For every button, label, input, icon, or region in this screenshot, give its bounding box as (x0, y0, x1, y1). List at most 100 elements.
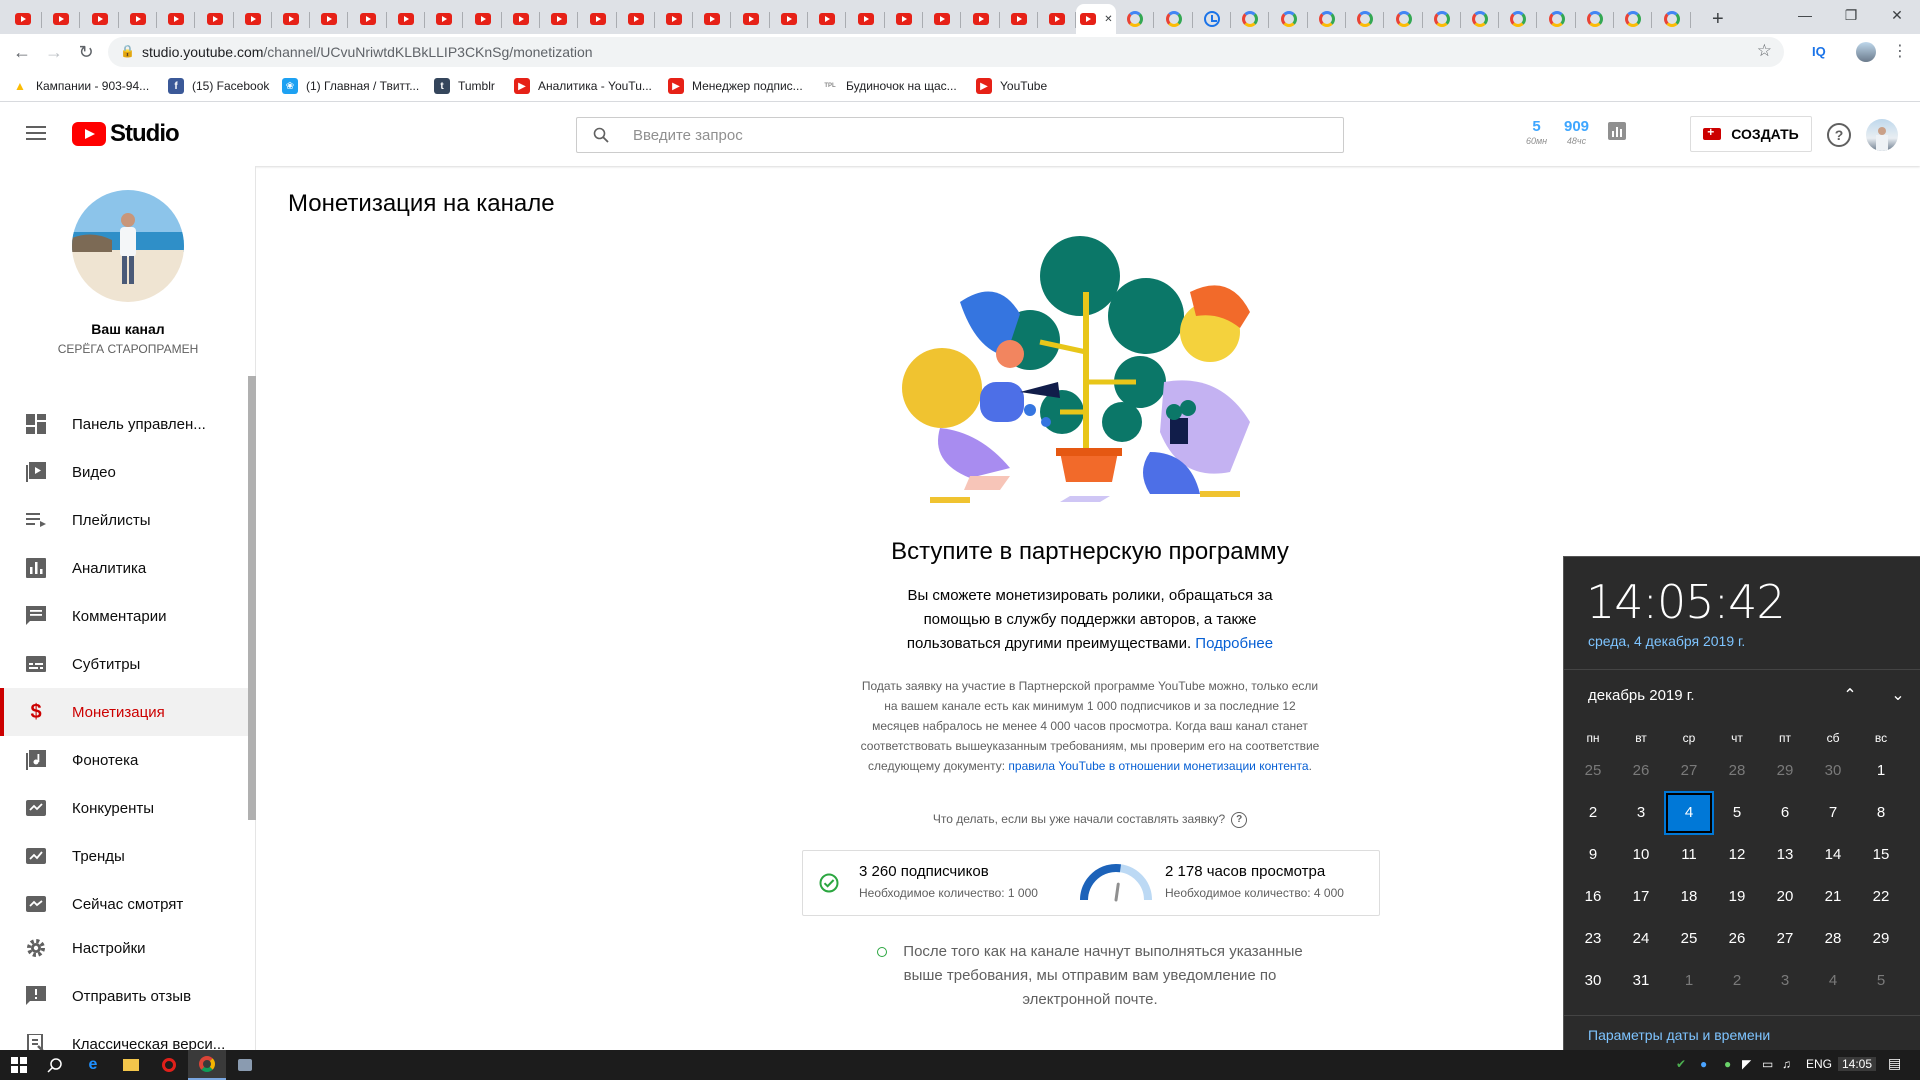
browser-tab[interactable] (1461, 4, 1500, 34)
account-avatar[interactable] (1866, 119, 1898, 151)
sidebar-item-competitors[interactable]: Конкуренты (0, 784, 248, 832)
search-input[interactable] (633, 118, 1323, 152)
calendar-day[interactable]: 17 (1618, 877, 1664, 917)
calendar-day[interactable]: 1 (1666, 961, 1712, 1001)
browser-tab[interactable] (502, 4, 540, 34)
browser-tab[interactable] (1155, 4, 1193, 34)
volume-icon[interactable]: ♫ (1782, 1057, 1791, 1071)
bookmark-item[interactable]: ▶ YouTube (976, 77, 1047, 95)
browser-tab[interactable] (157, 4, 196, 34)
calendar-day[interactable]: 1 (1858, 751, 1904, 791)
date-time-settings-link[interactable]: Параметры даты и времени (1588, 1027, 1770, 1043)
sidebar-item-analytics[interactable]: Аналитика (0, 544, 248, 592)
edge-icon[interactable]: e (74, 1050, 112, 1080)
notifications-icon[interactable]: ▤ (1888, 1055, 1901, 1072)
chrome-icon[interactable] (188, 1050, 226, 1080)
calendar-day[interactable]: 30 (1570, 961, 1616, 1001)
wifi-icon[interactable]: ◤ (1742, 1057, 1751, 1071)
app-icon[interactable] (226, 1050, 264, 1080)
minimize-icon[interactable]: — (1782, 0, 1828, 30)
search-box[interactable] (576, 117, 1344, 153)
browser-tab[interactable] (119, 4, 157, 34)
windows-start-icon[interactable] (0, 1050, 38, 1080)
close-window-icon[interactable]: ✕ (1874, 0, 1920, 30)
taskbar-clock[interactable]: 14:05 (1838, 1057, 1877, 1071)
sidebar-item-trends[interactable]: Тренды (0, 832, 248, 880)
calendar-day[interactable]: 26 (1714, 919, 1760, 959)
sidebar-item-feedback[interactable]: Отправить отзыв (0, 972, 248, 1020)
sidebar-item-subtitles[interactable]: Субтитры (0, 640, 248, 688)
bar-chart-icon[interactable] (1608, 122, 1626, 140)
browser-tab[interactable] (4, 4, 42, 34)
bookmark-item[interactable]: ▶ Аналитика - YouTu... (514, 77, 652, 95)
browser-tab[interactable] (732, 4, 770, 34)
tray-app-icon[interactable]: ● (1724, 1057, 1731, 1071)
browser-tab[interactable] (1193, 4, 1231, 34)
calendar-month[interactable]: декабрь 2019 г. (1588, 687, 1695, 704)
calendar-day[interactable]: 2 (1570, 793, 1616, 833)
browser-tab[interactable] (1576, 4, 1614, 34)
browser-tab[interactable]: ✕ (1076, 4, 1117, 34)
browser-tab[interactable] (847, 4, 885, 34)
calendar-day[interactable]: 27 (1762, 919, 1808, 959)
shield-icon[interactable]: ✔ (1676, 1057, 1686, 1071)
calendar-day[interactable]: 31 (1618, 961, 1664, 1001)
calendar-day[interactable]: 28 (1810, 919, 1856, 959)
browser-tab[interactable] (310, 4, 349, 34)
browser-tab[interactable] (962, 4, 1000, 34)
browser-tab[interactable] (885, 4, 923, 34)
calendar-day[interactable]: 5 (1858, 961, 1904, 1001)
browser-tab[interactable] (579, 4, 617, 34)
search-icon[interactable] (36, 1050, 74, 1080)
calendar-day[interactable]: 8 (1858, 793, 1904, 833)
browser-tab[interactable] (196, 4, 234, 34)
calendar-day[interactable]: 25 (1570, 751, 1616, 791)
calendar-day[interactable]: 24 (1618, 919, 1664, 959)
calendar-day[interactable]: 28 (1714, 751, 1760, 791)
language-indicator[interactable]: ENG (1806, 1057, 1832, 1071)
calendar-day[interactable]: 7 (1810, 793, 1856, 833)
help-icon[interactable]: ? (1231, 812, 1248, 828)
display-icon[interactable]: ▭ (1762, 1057, 1773, 1071)
calendar-day[interactable]: 2 (1714, 961, 1760, 1001)
calendar-day[interactable]: 16 (1570, 877, 1616, 917)
browser-tab[interactable] (81, 4, 119, 34)
sidebar-item-comments[interactable]: Комментарии (0, 592, 248, 640)
bookmark-item[interactable]: TPL Будиночок на щас... (822, 77, 956, 95)
reload-icon[interactable]: ↻ (74, 40, 98, 64)
profile-avatar[interactable] (1856, 42, 1876, 62)
back-icon[interactable]: ← (10, 40, 34, 64)
sidebar-item-dollar[interactable]: $ Монетизация (0, 688, 248, 736)
calendar-day[interactable]: 18 (1666, 877, 1712, 917)
sidebar-scrollbar[interactable] (248, 376, 256, 820)
sidebar-item-settings[interactable]: Настройки (0, 924, 248, 972)
calendar-day[interactable]: 27 (1666, 751, 1712, 791)
sidebar-item-video[interactable]: Видео (0, 448, 248, 496)
browser-tab[interactable] (1538, 4, 1576, 34)
browser-tab[interactable] (464, 4, 502, 34)
bookmark-item[interactable]: ▲ Кампании - 903-94... (12, 77, 149, 95)
browser-tab[interactable] (808, 4, 847, 34)
browser-tab[interactable] (1423, 4, 1461, 34)
opera-icon[interactable] (150, 1050, 188, 1080)
calendar-day[interactable]: 13 (1762, 835, 1808, 875)
bookmark-item[interactable]: t Tumblr (434, 77, 495, 95)
bookmark-star-icon[interactable]: ☆ (1757, 41, 1772, 61)
calendar-day[interactable]: 3 (1618, 793, 1664, 833)
browser-tab[interactable] (1346, 4, 1385, 34)
new-tab-icon[interactable]: + (1695, 4, 1741, 34)
browser-tab[interactable] (1270, 4, 1308, 34)
browser-tab[interactable] (387, 4, 425, 34)
browser-tab[interactable] (425, 4, 464, 34)
channel-avatar[interactable] (72, 190, 184, 302)
calendar-day[interactable]: 9 (1570, 835, 1616, 875)
calendar-day[interactable]: 11 (1666, 835, 1712, 875)
calendar-day[interactable]: 4 (1810, 961, 1856, 1001)
browser-tab[interactable] (770, 4, 808, 34)
chevron-up-icon[interactable]: ⌃ (1838, 685, 1862, 709)
file-explorer-icon[interactable] (112, 1050, 150, 1080)
sidebar-item-playlist[interactable]: Плейлисты (0, 496, 248, 544)
calendar-day[interactable]: 20 (1762, 877, 1808, 917)
browser-tab[interactable] (540, 4, 579, 34)
address-bar[interactable]: 🔒 studio.youtube.com/channel/UCvuNriwtdK… (108, 37, 1784, 67)
